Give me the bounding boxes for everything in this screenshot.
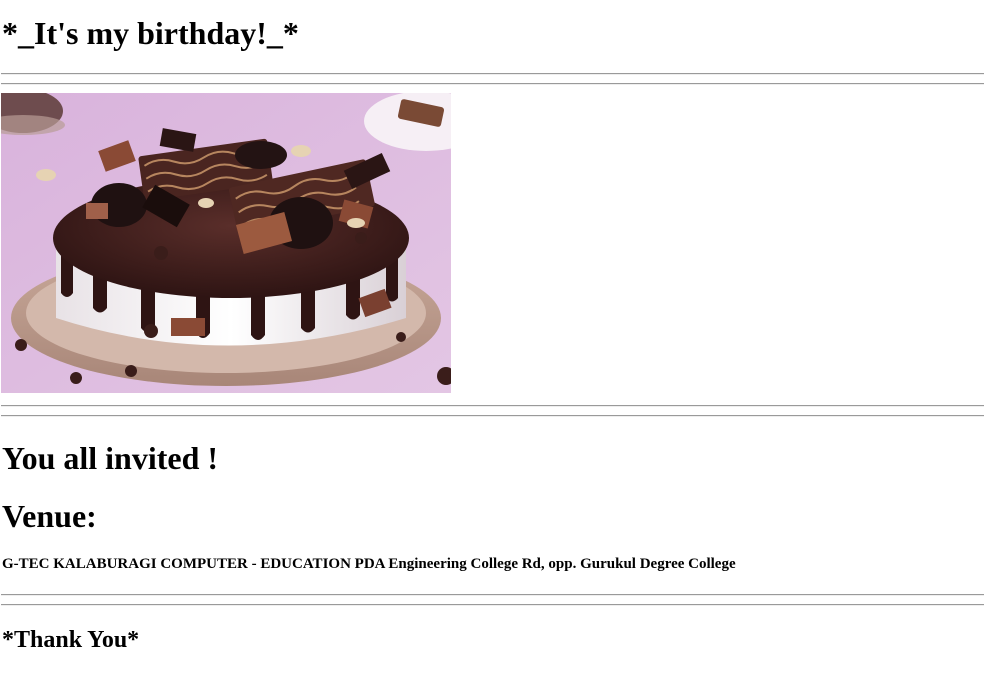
horizontal-rule — [1, 604, 984, 606]
venue-address: G-TEC KALABURAGI COMPUTER - EDUCATION PD… — [2, 556, 736, 572]
horizontal-rule — [1, 83, 984, 85]
venue-heading: Venue: — [2, 498, 97, 534]
page-title: *_It's my birthday!_* — [2, 15, 299, 51]
cake-image — [1, 93, 451, 393]
horizontal-rule — [1, 405, 984, 407]
invite-heading: You all invited ! — [2, 440, 219, 476]
closing-text: *Thank You* — [2, 627, 140, 653]
horizontal-rule — [1, 73, 984, 75]
horizontal-rule — [1, 415, 984, 417]
horizontal-rule — [1, 594, 984, 596]
